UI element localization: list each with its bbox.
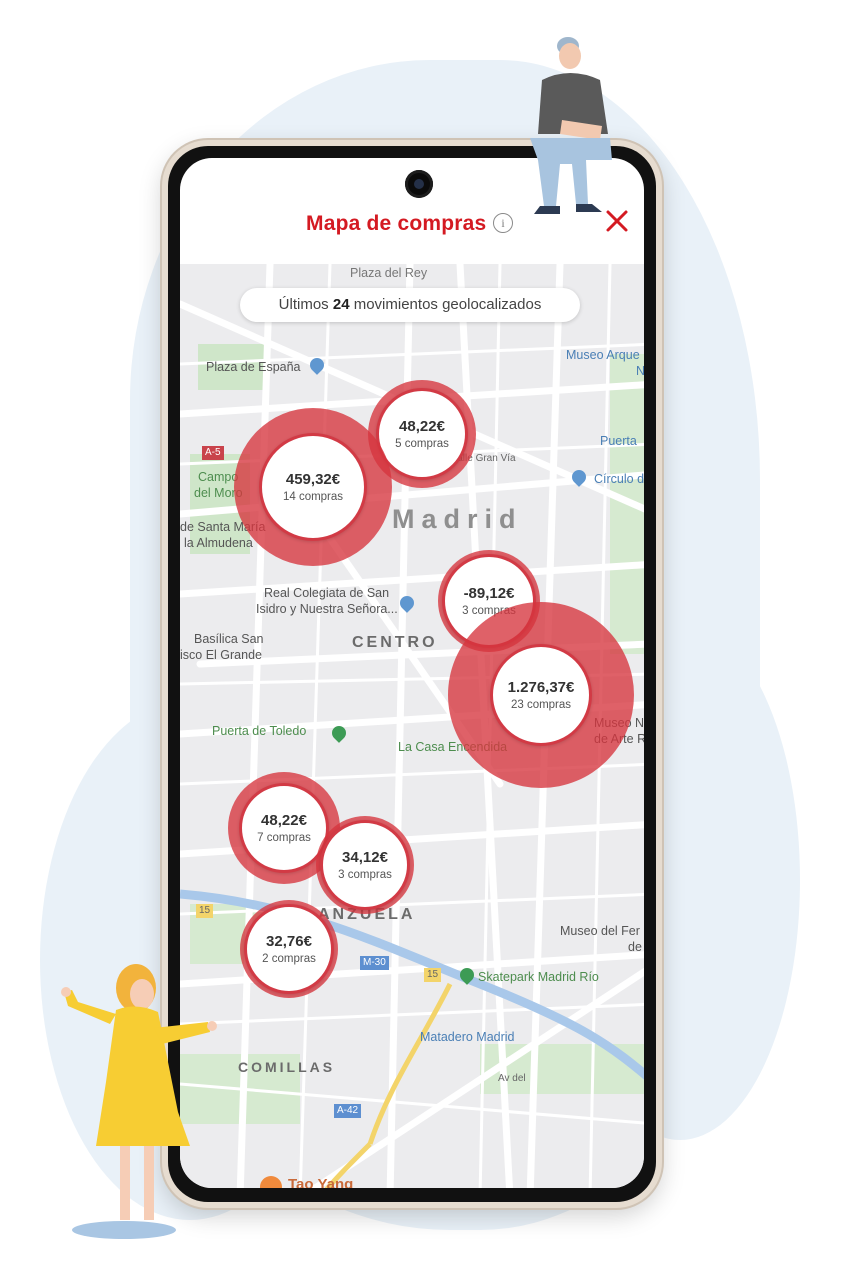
- purchase-cluster[interactable]: 459,32€ 14 compras: [234, 408, 392, 566]
- map-label: Skatepark Madrid Río: [478, 970, 599, 984]
- map-label: la Almudena: [184, 536, 253, 550]
- map-label: Campo: [198, 470, 239, 484]
- map-view[interactable]: Últimos 24 movimientos geolocalizados Pl…: [180, 264, 644, 1188]
- phone-bezel: Mapa de compras i Últimos 24 movimientos…: [168, 146, 656, 1202]
- movements-summary-chip: Últimos 24 movimientos geolocalizados: [240, 288, 580, 322]
- purchase-cluster[interactable]: 1.276,37€ 23 compras: [448, 602, 634, 788]
- road-shield: A-5: [202, 446, 224, 460]
- cluster-amount: 48,22€: [261, 811, 307, 829]
- cluster-amount: 34,12€: [342, 848, 388, 866]
- purchase-cluster[interactable]: 34,12€ 3 compras: [316, 816, 414, 914]
- cluster-count: 7 compras: [257, 831, 311, 844]
- map-label: de: [628, 940, 642, 954]
- map-label: Puerta: [600, 434, 637, 448]
- front-camera: [405, 170, 433, 198]
- road-shield: 15: [196, 904, 214, 918]
- cluster-count: 14 compras: [282, 490, 344, 503]
- summary-prefix: Últimos: [278, 296, 329, 313]
- cluster-amount: 48,22€: [399, 417, 445, 435]
- district-label: COMILLAS: [238, 1059, 336, 1075]
- map-label: Tao Yang: [288, 1176, 354, 1188]
- map-label: Real Colegiata de San: [264, 586, 390, 600]
- road-shield: M-30: [360, 956, 389, 970]
- phone-screen: Mapa de compras i Últimos 24 movimientos…: [180, 158, 644, 1188]
- purchase-cluster[interactable]: 32,76€ 2 compras: [240, 900, 338, 998]
- map-label: Basílica San: [194, 632, 264, 646]
- seated-man-illustration: [530, 37, 612, 214]
- map-label: Plaza de España: [206, 360, 301, 374]
- city-label: Madrid: [392, 504, 523, 534]
- cluster-count: 2 compras: [262, 952, 316, 965]
- map-label: N: [636, 364, 644, 378]
- cluster-amount: 1.276,37€: [507, 678, 575, 696]
- phone-frame: Mapa de compras i Últimos 24 movimientos…: [162, 140, 662, 1208]
- road-shield: A-42: [334, 1104, 362, 1118]
- map-label: Círculo d: [594, 472, 644, 486]
- map-label: Av del: [498, 1073, 526, 1084]
- summary-suffix: movimientos geolocalizados: [353, 296, 542, 313]
- standing-woman-illustration: [61, 964, 217, 1239]
- map-label: Puerta de Toledo: [212, 724, 307, 738]
- district-label: CENTRO: [352, 634, 438, 651]
- road-shield: 15: [424, 968, 442, 982]
- page-title: Mapa de compras: [306, 212, 487, 235]
- cluster-count: 3 compras: [338, 868, 392, 881]
- cluster-amount: 459,32€: [285, 470, 341, 488]
- map-label: isco El Grande: [180, 648, 262, 662]
- cluster-amount: 32,76€: [266, 932, 312, 950]
- map-label: Isidro y Nuestra Señora...: [256, 602, 398, 616]
- map-label: Museo del Fer: [560, 924, 640, 938]
- map-label: Matadero Madrid: [420, 1030, 515, 1044]
- info-icon[interactable]: i: [493, 213, 513, 233]
- map-label: Plaza del Rey: [350, 266, 428, 280]
- summary-count: 24: [332, 296, 350, 313]
- cluster-amount: -89,12€: [463, 584, 515, 602]
- map-label: Museo Arque: [566, 348, 640, 362]
- cluster-count: 5 compras: [395, 437, 449, 450]
- cluster-count: 23 compras: [510, 698, 572, 711]
